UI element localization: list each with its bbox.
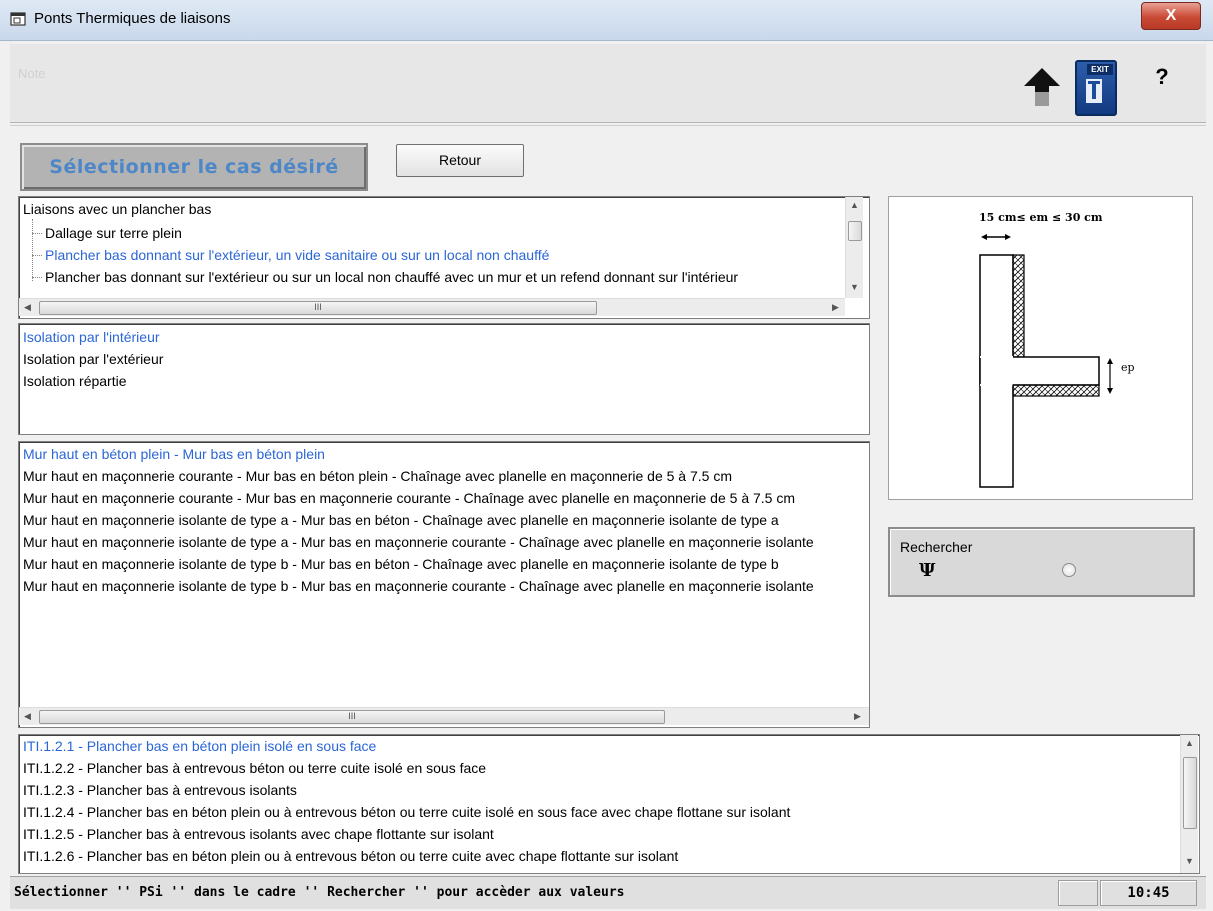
list-item-selected[interactable]: Isolation par l'intérieur — [23, 326, 160, 348]
scroll-right-icon[interactable]: ▶ — [827, 299, 844, 316]
scroll-down-icon[interactable]: ▼ — [846, 279, 863, 296]
tree-connector — [32, 277, 42, 278]
list-item[interactable]: Isolation par l'extérieur — [23, 348, 163, 370]
up-arrow-icon[interactable] — [1022, 66, 1062, 108]
window-title: Ponts Thermiques de liaisons — [34, 10, 231, 27]
app-window-icon — [10, 12, 26, 26]
search-label: Rechercher — [900, 539, 973, 555]
list-item-selected[interactable]: Mur haut en béton plein - Mur bas en bét… — [23, 443, 869, 465]
scroll-thumb[interactable]: III — [39, 301, 597, 315]
list-item[interactable]: ITI.1.2.2 - Plancher bas à entrevous bét… — [23, 757, 486, 779]
close-button[interactable]: X — [1141, 2, 1201, 30]
scroll-left-icon[interactable]: ◀ — [19, 299, 36, 316]
exit-label: EXIT — [1087, 64, 1113, 75]
mur-hscrollbar[interactable]: ◀ III ▶ — [19, 707, 869, 725]
scroll-left-icon[interactable]: ◀ — [19, 708, 36, 725]
tree-item-selected[interactable]: Plancher bas donnant sur l'extérieur, un… — [45, 244, 549, 266]
psi-symbol: Ψ — [919, 560, 936, 581]
retour-button[interactable]: Retour — [396, 144, 524, 177]
liaisons-tree[interactable]: Liaisons avec un plancher bas Dallage su… — [18, 196, 870, 319]
list-item[interactable]: ITI.1.2.5 - Plancher bas à entrevous iso… — [23, 823, 494, 845]
tree-connector — [32, 233, 42, 234]
tree-root[interactable]: Liaisons avec un plancher bas — [23, 198, 211, 220]
list-item[interactable]: Mur haut en maçonnerie courante - Mur ba… — [23, 465, 869, 487]
tree-connector — [32, 255, 42, 256]
list-item-selected[interactable]: ITI.1.2.1 - Plancher bas en béton plein … — [23, 735, 376, 757]
list-item[interactable]: Mur haut en maçonnerie courante - Mur ba… — [23, 487, 869, 509]
list-item[interactable]: ITI.1.2.4 - Plancher bas en béton plein … — [23, 801, 790, 823]
help-icon[interactable]: ? — [1150, 64, 1174, 100]
psi-radio-button[interactable] — [1062, 563, 1076, 577]
header-faint-text: Note — [18, 66, 46, 81]
select-case-label: Sélectionner le cas désiré — [20, 143, 368, 191]
dimension-label: 15 cm≤ em ≤ 30 cm — [979, 211, 1103, 224]
scroll-up-icon[interactable]: ▲ — [846, 197, 863, 214]
tree-item[interactable]: Dallage sur terre plein — [45, 222, 182, 244]
status-time: 10:45 — [1100, 880, 1197, 906]
scroll-right-icon[interactable]: ▶ — [849, 708, 866, 725]
list-item[interactable]: Mur haut en maçonnerie isolante de type … — [23, 509, 869, 531]
ep-label: ep — [1121, 361, 1135, 374]
thermal-bridge-diagram: 15 cm≤ em ≤ 30 cm ep — [888, 196, 1193, 500]
list-item[interactable]: Isolation répartie — [23, 370, 127, 392]
scroll-up-icon[interactable]: ▲ — [1181, 735, 1198, 752]
status-message: Sélectionner '' PSi '' dans le cadre '' … — [14, 885, 625, 900]
scroll-down-icon[interactable]: ▼ — [1181, 853, 1198, 870]
iti-list[interactable]: ITI.1.2.1 - Plancher bas en béton plein … — [18, 734, 1200, 874]
list-item[interactable]: ITI.1.2.3 - Plancher bas à entrevous iso… — [23, 779, 297, 801]
scroll-thumb[interactable] — [1183, 757, 1197, 829]
tree-hscrollbar[interactable]: ◀ III ▶ — [19, 298, 845, 316]
list-item[interactable]: Mur haut en maçonnerie isolante de type … — [23, 553, 869, 575]
mur-list[interactable]: Mur haut en béton plein - Mur bas en bét… — [18, 441, 870, 728]
status-empty-panel — [1058, 880, 1098, 906]
list-item[interactable]: Mur haut en maçonnerie isolante de type … — [23, 531, 869, 553]
exit-door-icon — [1086, 79, 1102, 103]
wall-floor-junction-drawing: 15 cm≤ em ≤ 30 cm ep — [979, 211, 1135, 488]
tree-vscrollbar[interactable]: ▲ ▼ — [845, 197, 863, 298]
tree-item[interactable]: Plancher bas donnant sur l'extérieur ou … — [45, 266, 738, 288]
scroll-thumb[interactable]: III — [39, 710, 665, 724]
iti-vscrollbar[interactable]: ▲ ▼ — [1180, 735, 1198, 873]
list-item[interactable]: ITI.1.2.6 - Plancher bas en béton plein … — [23, 845, 678, 867]
scroll-thumb[interactable] — [848, 221, 862, 241]
isolation-list[interactable]: Isolation par l'intérieur Isolation par … — [18, 323, 870, 435]
list-item[interactable]: Mur haut en maçonnerie isolante de type … — [23, 575, 869, 597]
tree-connector — [32, 219, 33, 281]
